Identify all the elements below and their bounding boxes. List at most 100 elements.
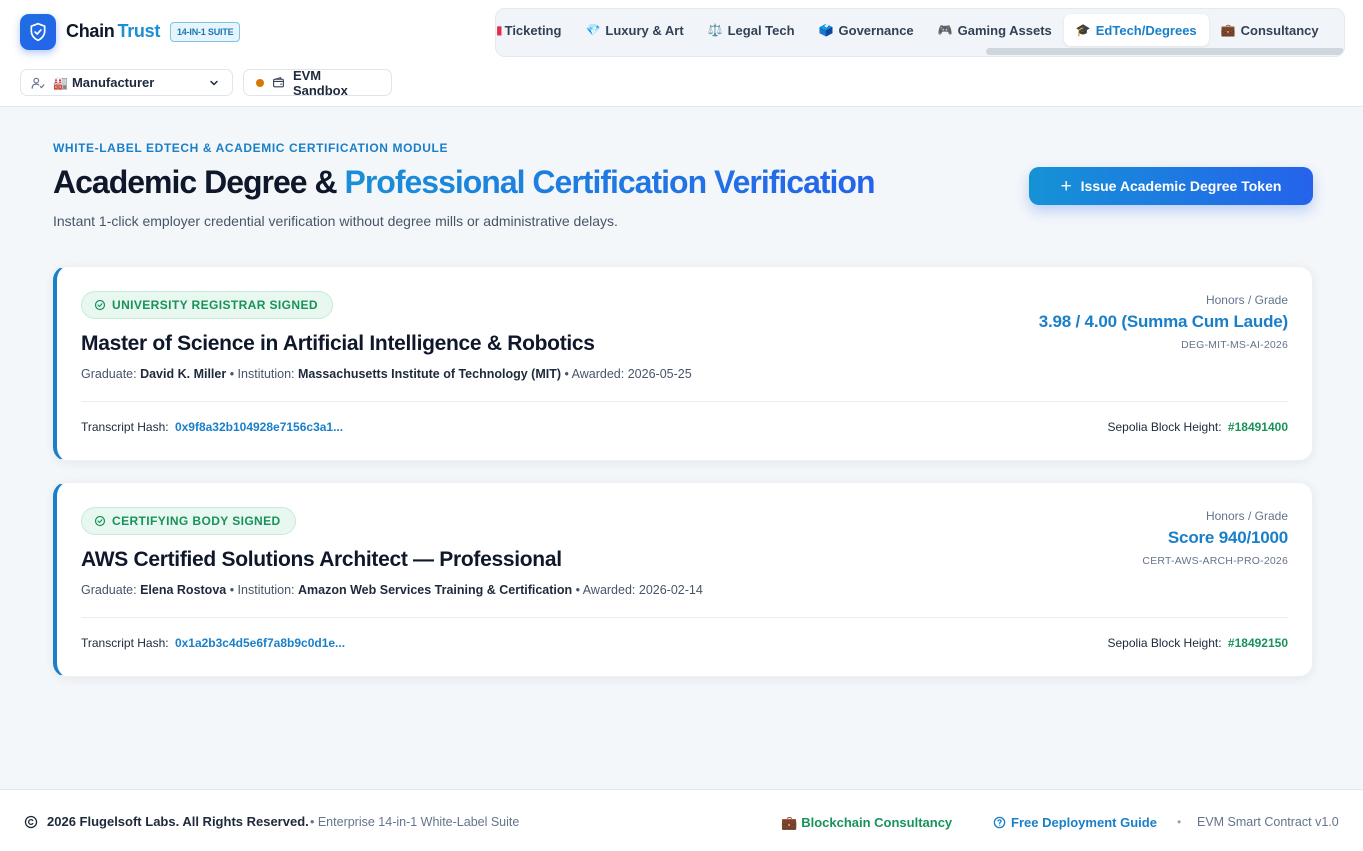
tab-governance[interactable]: 🗳️ Governance (807, 14, 926, 46)
issue-button-label: Issue Academic Degree Token (1080, 178, 1282, 194)
credential-id: DEG-MIT-MS-AI-2026 (1181, 339, 1288, 351)
graduate-name: David K. Miller (140, 367, 227, 381)
check-circle-icon (94, 515, 106, 527)
block-height-value: #18492150 (1227, 636, 1288, 650)
transcript-hash-link[interactable]: 0x9f8a32b104928e7156c3a1... (175, 420, 343, 434)
gamepad-icon: 🎮 (937, 23, 953, 37)
tab-edtech-degrees[interactable]: 🎓 EdTech/Degrees (1063, 14, 1209, 46)
tab-label: Luxury & Art (605, 22, 684, 38)
tab-ticketing[interactable]: ▮ Ticketing (496, 14, 573, 46)
grade-value: Score 940/1000 (1167, 528, 1288, 547)
consultancy-link-label: Blockchain Consultancy (801, 815, 953, 830)
tab-luxury-art[interactable]: 💎 Luxury & Art (573, 14, 695, 46)
version-text: EVM Smart Contract v1.0 (1197, 815, 1339, 829)
block-label: Sepolia Block Height: (1107, 420, 1222, 434)
graduation-cap-icon: 🎓 (1075, 23, 1091, 37)
brand-secondary: Trust (117, 21, 161, 41)
copyright-icon (24, 815, 38, 829)
deployment-guide-link[interactable]: Free Deployment Guide (993, 815, 1157, 830)
ticket-icon: ▮ (496, 23, 503, 37)
shield-check-icon (30, 22, 46, 42)
signature-label: CERTIFYING BODY SIGNED (112, 514, 281, 528)
awarded-label: • Awarded: (564, 367, 625, 381)
briefcase-icon: 💼 (781, 815, 798, 830)
tab-label: Consultancy (1240, 22, 1319, 38)
block-label: Sepolia Block Height: (1107, 636, 1222, 650)
credential-meta: Graduate: David K. Miller • Institution:… (81, 367, 692, 381)
institution-label: • Institution: (229, 367, 295, 381)
grade-label: Honors / Grade (1205, 293, 1288, 307)
page-title-part1: Academic Degree & (53, 164, 338, 200)
credential-title: AWS Certified Solutions Architect — Prof… (81, 548, 562, 571)
logo[interactable] (20, 14, 56, 50)
app-footer: 2026 Flugelsoft Labs. All Rights Reserve… (0, 789, 1363, 851)
ballot-box-icon: 🗳️ (818, 23, 834, 37)
grade-value: 3.98 / 4.00 (Summa Cum Laude) (1038, 312, 1288, 331)
block-height: Sepolia Block Height: #18491400 (1108, 420, 1289, 434)
user-check-icon (31, 76, 45, 90)
copyright-text: 2026 Flugelsoft Labs. All Rights Reserve… (47, 814, 309, 829)
plus-icon: + (1060, 175, 1072, 197)
blockchain-consultancy-link[interactable]: 💼 Blockchain Consultancy (781, 815, 952, 831)
scales-icon: ⚖️ (707, 23, 723, 37)
app-header: Chain Trust 14-IN-1 SUITE ▮ Ticketing 💎 L… (0, 0, 1363, 107)
issue-degree-token-button[interactable]: + Issue Academic Degree Token (1029, 167, 1313, 205)
brand-name: Chain Trust (66, 21, 160, 42)
transcript-hash: Transcript Hash: 0x1a2b3c4d5e6f7a8b9c0d1… (81, 636, 345, 650)
institution-name: Massachusetts Institute of Technology (M… (298, 367, 561, 381)
credential-card[interactable]: CERTIFYING BODY SIGNED AWS Certified Sol… (53, 482, 1313, 677)
credential-title: Master of Science in Artificial Intellig… (81, 332, 595, 355)
block-height-value: #18491400 (1227, 420, 1288, 434)
network-label: EVM Sandbox (292, 67, 348, 98)
tab-label: Ticketing (504, 22, 562, 38)
tab-label: Governance (838, 22, 914, 38)
signature-label: UNIVERSITY REGISTRAR SIGNED (112, 298, 318, 312)
block-height: Sepolia Block Height: #18492150 (1108, 636, 1289, 650)
credential-meta: Graduate: Elena Rostova • Institution: A… (81, 583, 703, 597)
brand-primary: Chain (66, 21, 115, 41)
copyright: 2026 Flugelsoft Labs. All Rights Reserve… (24, 814, 309, 829)
tab-gaming-assets[interactable]: 🎮 Gaming Assets (926, 14, 1064, 46)
module-tabs: ▮ Ticketing 💎 Luxury & Art ⚖️ Legal Tech… (495, 8, 1345, 57)
page-subtitle: Instant 1-click employer credential veri… (53, 213, 618, 229)
graduate-label: Graduate: (81, 367, 137, 381)
network-status[interactable]: EVM Sandbox (243, 67, 392, 98)
credential-id: CERT-AWS-ARCH-PRO-2026 (1142, 555, 1288, 567)
card-divider (81, 401, 1288, 402)
transcript-hash: Transcript Hash: 0x9f8a32b104928e7156c3a… (81, 420, 343, 434)
suite-badge: 14-IN-1 SUITE (170, 22, 241, 42)
institution-name: Amazon Web Services Training & Certifica… (298, 583, 573, 597)
graduate-name: Elena Rostova (140, 583, 227, 597)
tab-label: Legal Tech (727, 22, 795, 38)
card-divider (81, 617, 1288, 618)
factory-icon: 🏭 (53, 75, 68, 90)
gem-icon: 💎 (585, 23, 601, 37)
network-status-dot (256, 78, 264, 87)
signature-badge: UNIVERSITY REGISTRAR SIGNED (81, 291, 333, 319)
institution-label: • Institution: (229, 583, 295, 597)
tab-consultancy[interactable]: 💼 Consultancy (1209, 14, 1331, 46)
awarded-date: 2026-02-14 (638, 583, 703, 597)
wallet-icon (272, 76, 285, 89)
chevron-down-icon (208, 77, 220, 92)
hash-label: Transcript Hash: (81, 420, 169, 434)
page-title-part2: Professional Certification Verification (344, 164, 875, 200)
credential-card[interactable]: UNIVERSITY REGISTRAR SIGNED Master of Sc… (53, 266, 1313, 461)
tab-label: Gaming Assets (957, 22, 1052, 38)
graduate-label: Graduate: (81, 583, 137, 597)
transcript-hash-link[interactable]: 0x1a2b3c4d5e6f7a8b9c0d1e... (175, 636, 345, 650)
page-title: Academic Degree & Professional Certifica… (53, 164, 876, 201)
tab-legal-tech[interactable]: ⚖️ Legal Tech (696, 14, 807, 46)
awarded-label: • Awarded: (575, 583, 636, 597)
signature-badge: CERTIFYING BODY SIGNED (81, 507, 296, 535)
awarded-date: 2026-05-25 (627, 367, 692, 381)
hash-label: Transcript Hash: (81, 636, 169, 650)
footer-separator: • (1177, 815, 1182, 829)
tab-label: EdTech/Degrees (1095, 22, 1197, 38)
briefcase-icon: 💼 (1220, 23, 1236, 37)
help-circle-icon (993, 816, 1006, 829)
tabs-scrollbar[interactable] (986, 48, 1344, 55)
role-select[interactable]: 🏭 Manufacturer (20, 69, 233, 96)
section-eyebrow: WHITE-LABEL EDTECH & ACADEMIC CERTIFICAT… (53, 141, 449, 155)
role-label: Manufacturer (71, 75, 155, 90)
